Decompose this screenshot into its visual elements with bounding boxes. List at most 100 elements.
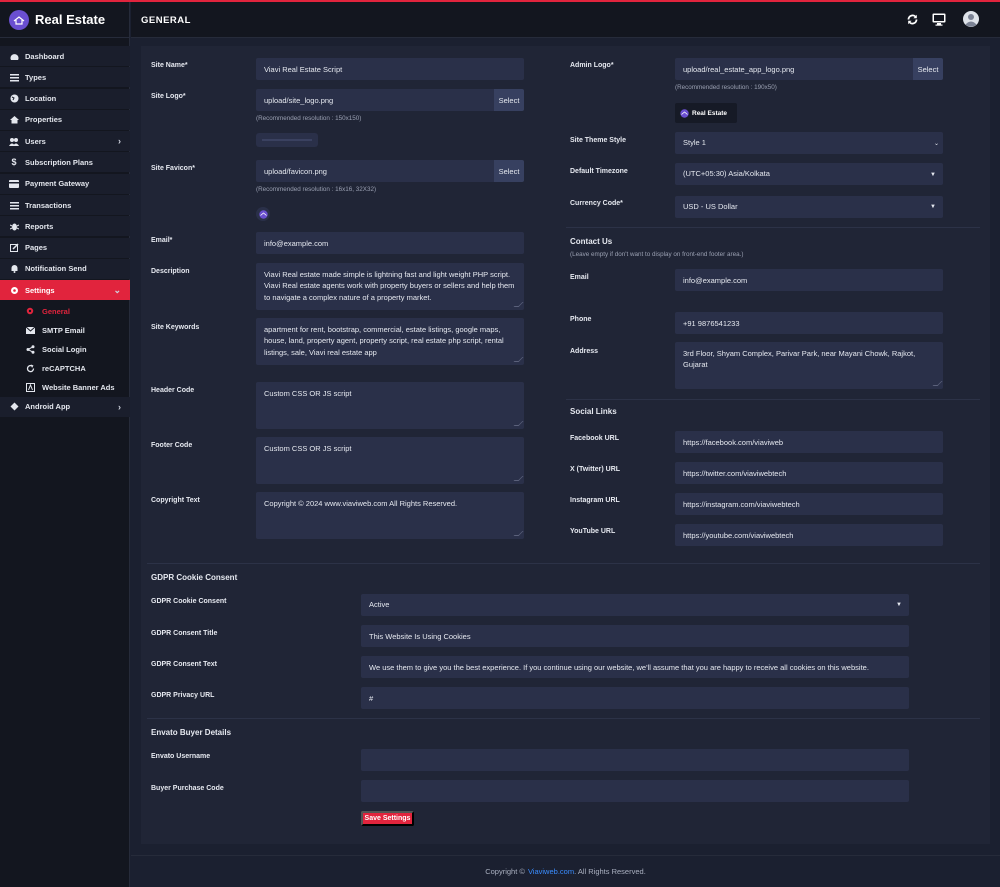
sidebar-item-label: Users xyxy=(25,136,46,146)
sidebar-item-location[interactable]: Location xyxy=(0,88,130,109)
sidebar-item-notification-send[interactable]: Notification Send xyxy=(0,258,130,279)
gdpr-title-input[interactable] xyxy=(361,625,909,647)
globe-icon xyxy=(9,94,19,104)
gdpr-consent-select[interactable]: Active xyxy=(361,594,909,616)
sidebar-item-pages[interactable]: Pages xyxy=(0,237,130,258)
list-icon xyxy=(9,72,19,82)
admin-logo-hint: (Recommended resolution : 190x50) xyxy=(675,84,777,91)
admin-logo-select-button[interactable]: Select xyxy=(913,58,943,80)
gdpr-section-title: GDPR Cookie Consent xyxy=(151,573,238,582)
admin-logo-input[interactable] xyxy=(675,58,913,80)
contact-email-input[interactable] xyxy=(675,269,943,291)
sidebar-item-properties[interactable]: Properties xyxy=(0,109,130,130)
users-icon xyxy=(9,136,19,146)
sidebar-item-subscription-plans[interactable]: $ Subscription Plans xyxy=(0,152,130,173)
chevron-right-icon: › xyxy=(118,401,121,412)
timezone-select[interactable]: (UTC+05:30) Asia/Kolkata xyxy=(675,163,943,185)
email-input[interactable] xyxy=(256,232,524,254)
chevron-down-icon: ⌄ xyxy=(934,141,940,147)
phone-label: Phone xyxy=(570,316,592,323)
admin-logo-preview-text: Real Estate xyxy=(692,109,728,117)
currency-value: USD - US Dollar xyxy=(683,202,738,211)
site-keywords-textarea[interactable]: apartment for rent, bootstrap, commercia… xyxy=(256,318,524,365)
sidebar-item-payment-gateway[interactable]: Payment Gateway xyxy=(0,173,130,194)
header-code-textarea[interactable]: Custom CSS OR JS script xyxy=(256,382,524,429)
footer-code-label: Footer Code xyxy=(151,442,193,449)
sidebar-subitem-recaptcha[interactable]: reCAPTCHA xyxy=(0,359,130,378)
divider xyxy=(566,399,980,400)
sidebar-subitem-smtp-email[interactable]: SMTP Email xyxy=(0,321,130,340)
site-logo-input[interactable] xyxy=(256,89,494,111)
brand[interactable]: Real Estate xyxy=(0,2,129,38)
footer-copyright: Copyright © xyxy=(485,867,525,876)
site-logo-select-button[interactable]: Select xyxy=(494,89,524,111)
gdpr-privacy-url-label: GDPR Privacy URL xyxy=(151,692,215,699)
dollar-icon: $ xyxy=(11,157,17,168)
site-logo-preview xyxy=(256,133,318,147)
caret-down-icon: ▼ xyxy=(896,602,902,608)
envato-username-input[interactable] xyxy=(361,749,909,771)
gdpr-consent-label: GDPR Cookie Consent xyxy=(151,598,227,605)
purchase-code-label: Buyer Purchase Code xyxy=(151,785,224,792)
sidebar-item-types[interactable]: Types xyxy=(0,67,130,88)
sidebar-item-label: Types xyxy=(25,72,47,82)
site-keywords-label: Site Keywords xyxy=(151,324,200,331)
credit-card-icon xyxy=(9,179,19,189)
edit-icon xyxy=(9,243,19,253)
purchase-code-input[interactable] xyxy=(361,780,909,802)
gear-icon xyxy=(25,306,35,316)
facebook-label: Facebook URL xyxy=(570,435,620,442)
footer-link[interactable]: Viaviweb.com xyxy=(528,867,574,876)
site-favicon-select-button[interactable]: Select xyxy=(494,160,524,182)
gdpr-text-input[interactable] xyxy=(361,656,909,678)
gdpr-privacy-url-input[interactable] xyxy=(361,687,909,709)
sidebar-item-reports[interactable]: Reports xyxy=(0,216,130,237)
sidebar-item-label: Reports xyxy=(25,221,54,231)
facebook-input[interactable] xyxy=(675,431,943,453)
favicon-preview-icon xyxy=(256,207,270,221)
timezone-value: (UTC+05:30) Asia/Kolkata xyxy=(683,169,770,178)
site-favicon-input[interactable] xyxy=(256,160,494,182)
email-label: Email* xyxy=(151,237,173,244)
footer-rights: . All Rights Reserved. xyxy=(574,867,646,876)
sidebar-subitem-website-banner-ads[interactable]: Website Banner Ads xyxy=(0,378,130,397)
footer-code-textarea[interactable]: Custom CSS OR JS script xyxy=(256,437,524,484)
sidebar-subitem-label: SMTP Email xyxy=(42,325,85,335)
sidebar-item-users[interactable]: Users › xyxy=(0,131,130,152)
site-name-label: Site Name* xyxy=(151,62,188,69)
avatar[interactable] xyxy=(963,11,979,27)
sidebar-item-dashboard[interactable]: Dashboard xyxy=(0,46,130,66)
bug-icon xyxy=(9,221,19,231)
save-settings-button[interactable]: Save Settings xyxy=(361,811,414,826)
bell-icon xyxy=(9,264,19,274)
youtube-input[interactable] xyxy=(675,524,943,546)
theme-style-select[interactable]: Style 1 xyxy=(675,132,943,154)
refresh-icon[interactable] xyxy=(904,11,920,27)
address-textarea[interactable]: 3rd Floor, Shyam Complex, Parivar Park, … xyxy=(675,342,943,389)
sidebar-item-settings[interactable]: Settings ⌄ xyxy=(0,280,130,301)
sidebar-item-label: Transactions xyxy=(25,200,72,210)
phone-input[interactable] xyxy=(675,312,943,334)
caret-down-icon: ▼ xyxy=(930,204,936,210)
currency-select[interactable]: USD - US Dollar xyxy=(675,196,943,218)
page-footer: Copyright © Viaviweb.com . All Rights Re… xyxy=(131,855,1000,887)
site-name-input[interactable] xyxy=(256,58,524,80)
sidebar-item-transactions[interactable]: Transactions xyxy=(0,195,130,216)
sidebar-item-android-app[interactable]: Android App › xyxy=(0,396,130,417)
copyright-textarea[interactable]: Copyright © 2024 www.viaviweb.com All Ri… xyxy=(256,492,524,539)
divider xyxy=(147,718,980,719)
description-label: Description xyxy=(151,268,190,275)
description-textarea[interactable]: Viavi Real estate made simple is lightni… xyxy=(256,263,524,310)
instagram-input[interactable] xyxy=(675,493,943,515)
twitter-input[interactable] xyxy=(675,462,943,484)
monitor-icon[interactable] xyxy=(931,11,947,27)
sidebar-subitem-general[interactable]: General xyxy=(0,302,130,321)
chevron-down-icon: ⌄ xyxy=(113,285,121,296)
sidebar-item-label: Properties xyxy=(25,115,63,125)
sidebar-subitem-label: reCAPTCHA xyxy=(42,363,86,373)
sidebar-subitem-social-login[interactable]: Social Login xyxy=(0,340,130,359)
envato-username-label: Envato Username xyxy=(151,753,211,760)
currency-label: Currency Code* xyxy=(570,200,623,207)
sidebar: Real Estate Dashboard Types Location Pro… xyxy=(0,2,130,887)
sidebar-item-label: Payment Gateway xyxy=(25,179,90,189)
